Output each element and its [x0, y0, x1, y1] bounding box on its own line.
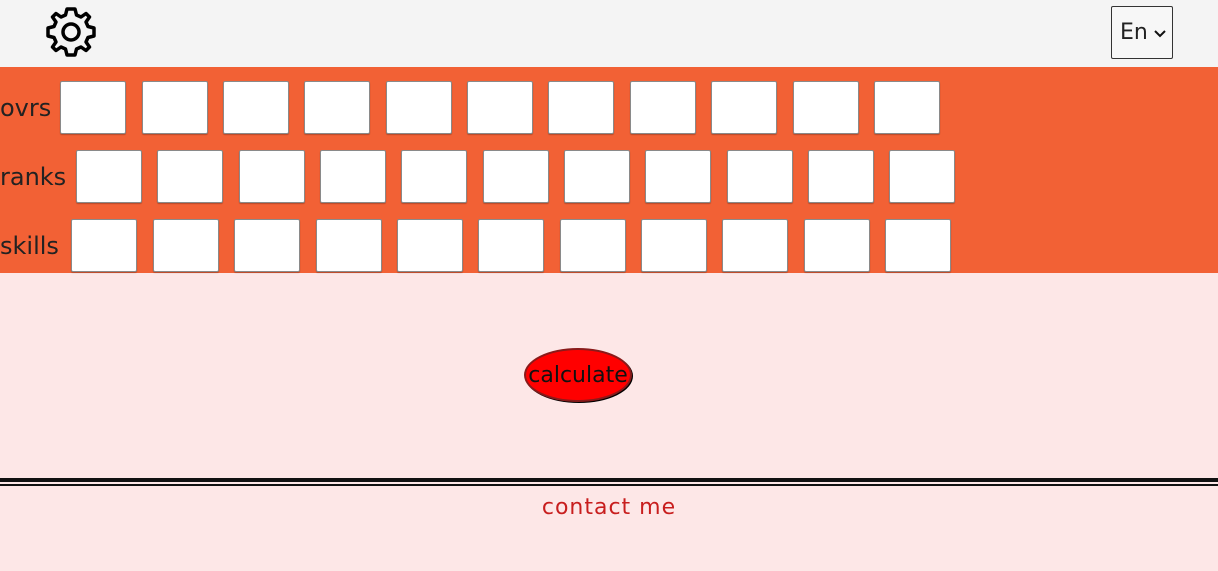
skills-input[interactable]	[316, 219, 382, 272]
ovrs-input[interactable]	[793, 81, 859, 134]
row-ovrs: ovrs	[0, 81, 1218, 135]
ovrs-input[interactable]	[467, 81, 533, 134]
skills-input[interactable]	[478, 219, 544, 272]
skills-input[interactable]	[804, 219, 870, 272]
ovrs-input[interactable]	[630, 81, 696, 134]
ranks-input[interactable]	[157, 150, 223, 203]
row-label-ranks: ranks	[0, 163, 67, 191]
ovrs-input[interactable]	[304, 81, 370, 134]
ovrs-input[interactable]	[548, 81, 614, 134]
skills-input[interactable]	[560, 219, 626, 272]
top-bar: En	[0, 0, 1218, 67]
skills-input[interactable]	[722, 219, 788, 272]
footer-divider	[0, 478, 1218, 482]
ranks-input[interactable]	[483, 150, 549, 203]
row-label-skills: skills	[0, 232, 59, 260]
ranks-input[interactable]	[564, 150, 630, 203]
ovrs-input[interactable]	[386, 81, 452, 134]
footer-divider-thin	[0, 484, 1218, 486]
ovrs-input[interactable]	[711, 81, 777, 134]
ranks-input[interactable]	[645, 150, 711, 203]
chevron-down-icon	[1154, 26, 1166, 42]
row-label-ovrs: ovrs	[0, 94, 52, 122]
ranks-input[interactable]	[808, 150, 874, 203]
ovrs-input[interactable]	[874, 81, 940, 134]
ranks-input[interactable]	[401, 150, 467, 203]
language-value: En	[1120, 20, 1148, 45]
skills-input[interactable]	[397, 219, 463, 272]
ovrs-input[interactable]	[142, 81, 208, 134]
ovrs-input[interactable]	[60, 81, 126, 134]
ranks-input[interactable]	[727, 150, 793, 203]
skills-input[interactable]	[885, 219, 951, 272]
row-ranks: ranks	[0, 150, 1218, 204]
ranks-input[interactable]	[239, 150, 305, 203]
input-band: ovrs ranks skills	[0, 67, 1218, 273]
skills-input[interactable]	[234, 219, 300, 272]
skills-input[interactable]	[641, 219, 707, 272]
ranks-input[interactable]	[76, 150, 142, 203]
calculate-button[interactable]: calculate	[524, 348, 632, 402]
skills-input[interactable]	[71, 219, 137, 272]
ranks-input[interactable]	[320, 150, 386, 203]
ovrs-input[interactable]	[223, 81, 289, 134]
ranks-input[interactable]	[889, 150, 955, 203]
skills-input[interactable]	[153, 219, 219, 272]
language-select[interactable]: En	[1111, 6, 1173, 59]
gear-icon[interactable]	[44, 5, 98, 59]
row-skills: skills	[0, 219, 1218, 273]
contact-link[interactable]: contact me	[0, 495, 1218, 520]
